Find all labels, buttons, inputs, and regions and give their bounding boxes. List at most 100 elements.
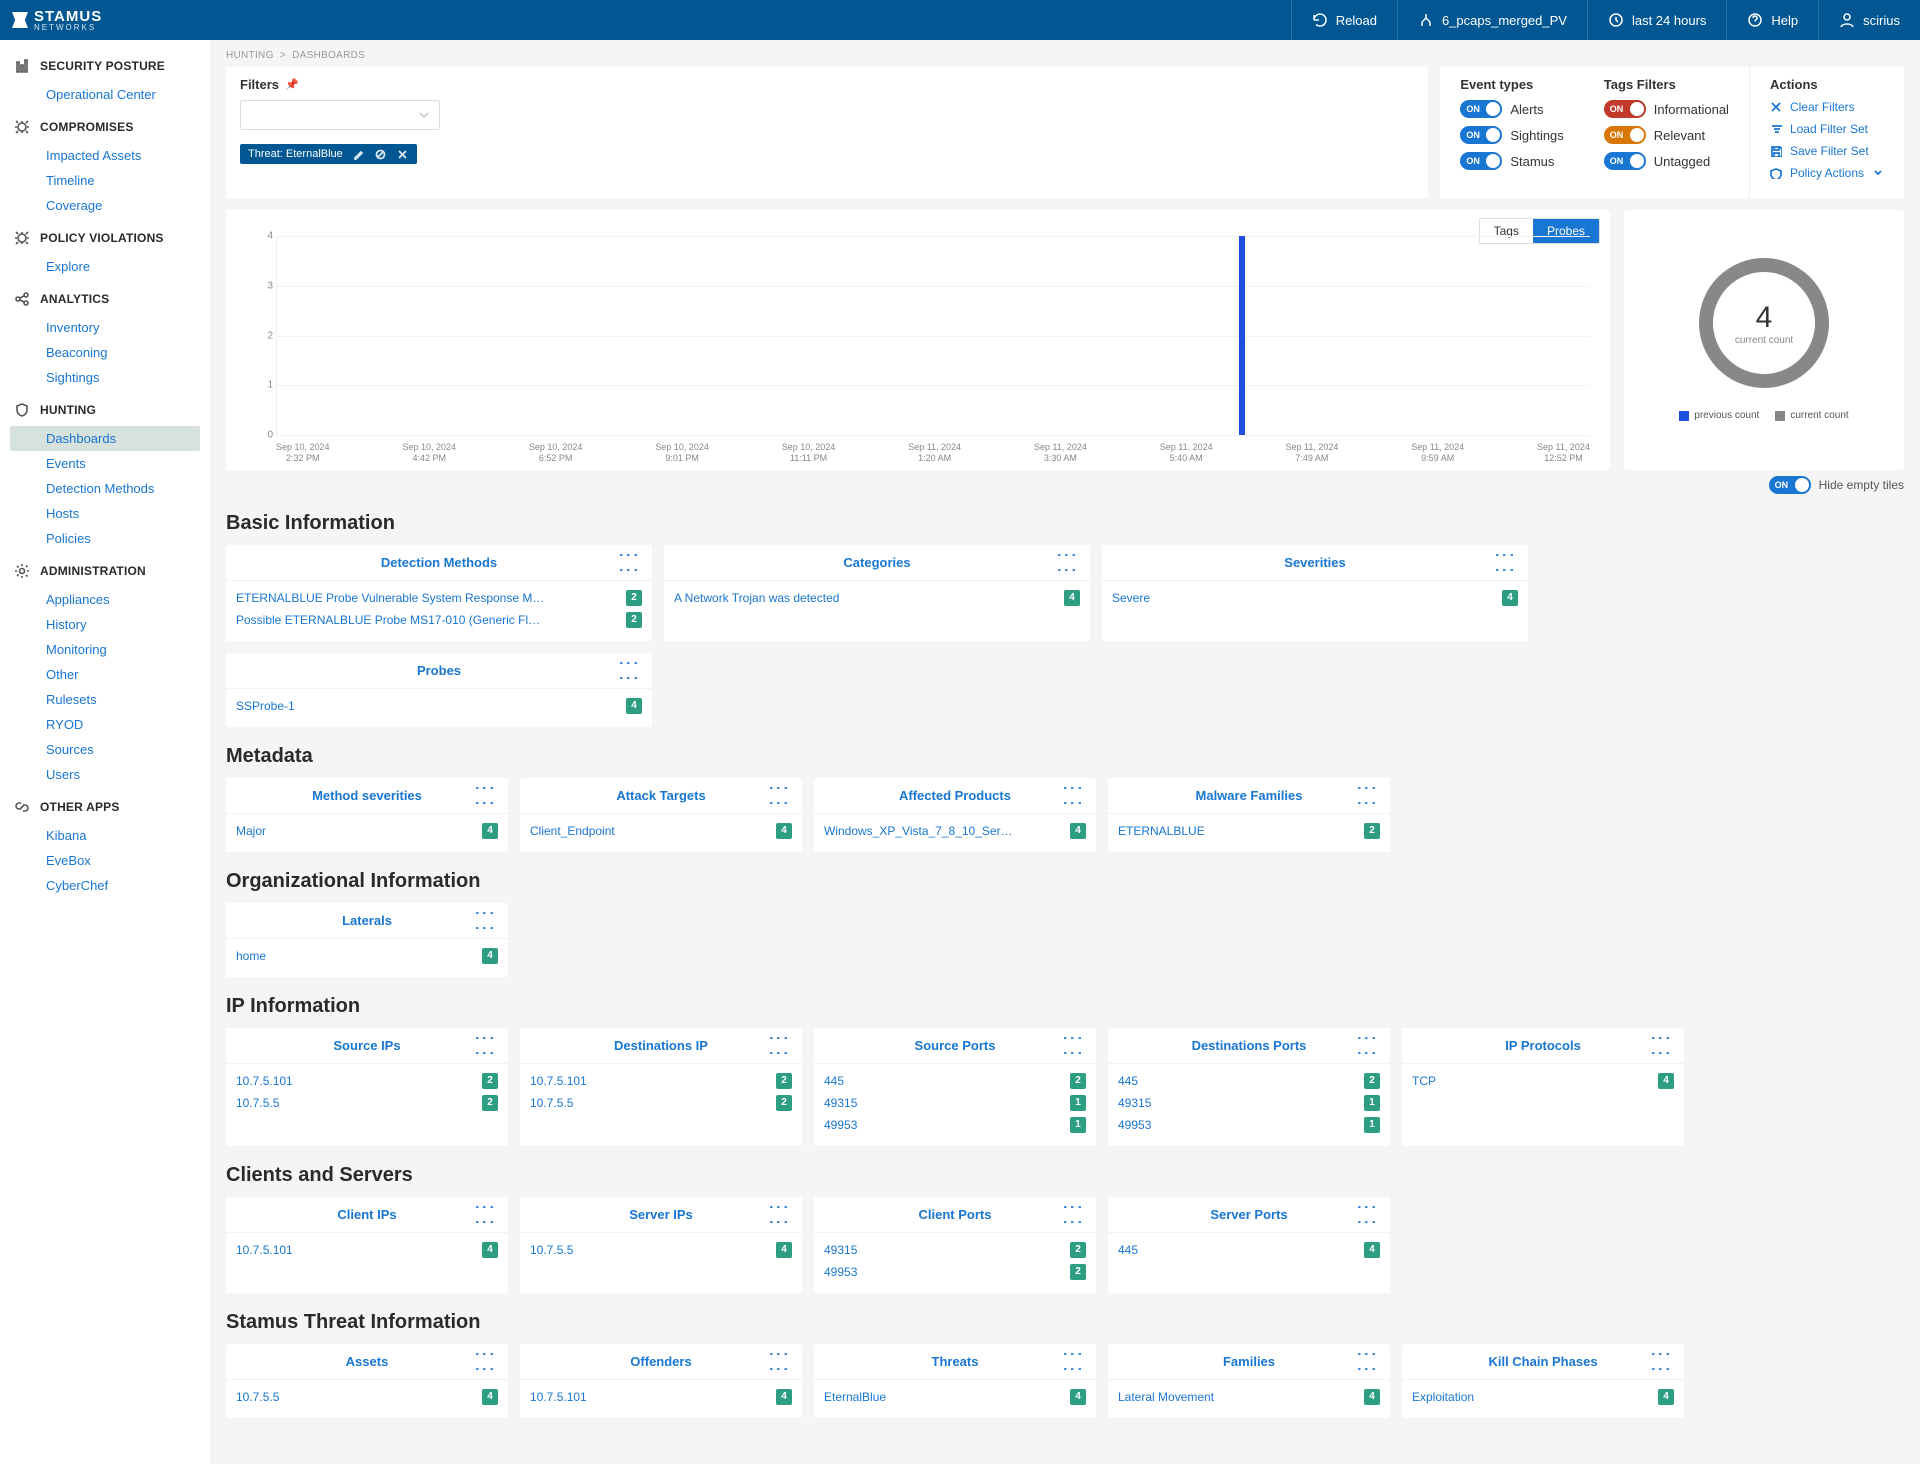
reload-button[interactable]: Reload [1291,0,1397,40]
tile-menu-icon[interactable]: ⋮⋮ [477,905,490,935]
crumb-0[interactable]: HUNTING [226,50,274,61]
sidebar-item-dashboards[interactable]: Dashboards [10,426,200,451]
action-load-filter-set[interactable]: Load Filter Set [1770,122,1884,136]
sidebar-item-coverage[interactable]: Coverage [10,193,200,218]
tile-row-link[interactable]: ETERNALBLUE Probe Vulnerable System Resp… [236,591,544,605]
tile-menu-icon[interactable]: ⋮⋮ [1653,1030,1666,1060]
tile-row-link[interactable]: Exploitation [1412,1390,1474,1404]
tile-menu-icon[interactable]: ⋮⋮ [621,547,634,577]
tile-row-link[interactable]: A Network Trojan was detected [674,591,839,605]
tile-row-link[interactable]: 49953 [1118,1118,1151,1132]
help-button[interactable]: Help [1726,0,1818,40]
tile-row-link[interactable]: 49315 [824,1096,857,1110]
tile-menu-icon[interactable]: ⋮⋮ [477,1199,490,1229]
filter-chip-threat[interactable]: Threat: EternalBlue [240,144,417,164]
toggle-relevant[interactable]: ON [1604,126,1646,144]
tile-menu-icon[interactable]: ⋮⋮ [1359,1030,1372,1060]
tile-menu-icon[interactable]: ⋮⋮ [1065,1030,1078,1060]
nav-group-administration[interactable]: ADMINISTRATION [4,555,206,587]
tile-row-link[interactable]: 10.7.5.5 [236,1096,279,1110]
sidebar-item-beaconing[interactable]: Beaconing [10,340,200,365]
tile-menu-icon[interactable]: ⋮⋮ [1359,1199,1372,1229]
tile-row-link[interactable]: 10.7.5.101 [236,1243,293,1257]
nav-group-other-apps[interactable]: OTHER APPS [4,791,206,823]
sidebar-item-kibana[interactable]: Kibana [10,823,200,848]
tile-menu-icon[interactable]: ⋮⋮ [1497,547,1510,577]
sidebar-item-rulesets[interactable]: Rulesets [10,687,200,712]
tile-menu-icon[interactable]: ⋮⋮ [1065,1199,1078,1229]
toggle-stamus[interactable]: ON [1460,152,1502,170]
sidebar-item-inventory[interactable]: Inventory [10,315,200,340]
user-menu-button[interactable]: scirius [1818,0,1920,40]
source-button[interactable]: 6_pcaps_merged_PV [1397,0,1587,40]
tile-menu-icon[interactable]: ⋮⋮ [771,780,784,810]
chip-edit-icon[interactable] [353,148,365,160]
nav-group-hunting[interactable]: HUNTING [4,394,206,426]
tile-menu-icon[interactable]: ⋮⋮ [1359,780,1372,810]
toggle-alerts[interactable]: ON [1460,100,1502,118]
nav-group-compromises[interactable]: COMPROMISES [4,111,206,143]
tile-row-link[interactable]: 445 [1118,1243,1138,1257]
sidebar-item-cyberchef[interactable]: CyberChef [10,873,200,898]
tile-menu-icon[interactable]: ⋮⋮ [1653,1346,1666,1376]
tile-row-link[interactable]: 10.7.5.5 [530,1243,573,1257]
sidebar-item-sources[interactable]: Sources [10,737,200,762]
tile-menu-icon[interactable]: ⋮⋮ [1065,780,1078,810]
sidebar-item-impacted-assets[interactable]: Impacted Assets [10,143,200,168]
tile-menu-icon[interactable]: ⋮⋮ [771,1346,784,1376]
tile-menu-icon[interactable]: ⋮⋮ [771,1199,784,1229]
nav-group-analytics[interactable]: ANALYTICS [4,283,206,315]
nav-group-policy-violations[interactable]: POLICY VIOLATIONS [4,222,206,254]
tile-row-link[interactable]: 49953 [824,1265,857,1279]
action-clear-filters[interactable]: Clear Filters [1770,100,1884,114]
tile-row-link[interactable]: 10.7.5.101 [530,1390,587,1404]
tile-row-link[interactable]: Lateral Movement [1118,1390,1214,1404]
sidebar-item-monitoring[interactable]: Monitoring [10,637,200,662]
tile-row-link[interactable]: 445 [824,1074,844,1088]
nav-group-security-posture[interactable]: SECURITY POSTURE [4,50,206,82]
pin-icon[interactable]: 📌 [285,78,299,91]
tile-menu-icon[interactable]: ⋮⋮ [477,780,490,810]
sidebar-item-evebox[interactable]: EveBox [10,848,200,873]
hide-empty-toggle[interactable]: ON [1769,476,1811,494]
tile-row-link[interactable]: Possible ETERNALBLUE Probe MS17-010 (Gen… [236,613,540,627]
tile-row-link[interactable]: 10.7.5.5 [236,1390,279,1404]
sidebar-item-ryod[interactable]: RYOD [10,712,200,737]
tile-menu-icon[interactable]: ⋮⋮ [1065,1346,1078,1376]
sidebar-item-sightings[interactable]: Sightings [10,365,200,390]
tile-row-link[interactable]: EternalBlue [824,1390,886,1404]
filter-select[interactable] [240,100,440,130]
tile-row-link[interactable]: home [236,949,266,963]
action-save-filter-set[interactable]: Save Filter Set [1770,144,1884,158]
tile-row-link[interactable]: 10.7.5.101 [236,1074,293,1088]
tile-row-link[interactable]: 10.7.5.5 [530,1096,573,1110]
tile-row-link[interactable]: Severe [1112,591,1150,605]
tile-row-link[interactable]: Client_Endpoint [530,824,615,838]
sidebar-item-operational-center[interactable]: Operational Center [10,82,200,107]
tile-row-link[interactable]: ETERNALBLUE [1118,824,1205,838]
tile-row-link[interactable]: Windows_XP_Vista_7_8_10_Ser… [824,824,1013,838]
tile-row-link[interactable]: 49953 [824,1118,857,1132]
sidebar-item-events[interactable]: Events [10,451,200,476]
sidebar-item-users[interactable]: Users [10,762,200,787]
sidebar-item-detection-methods[interactable]: Detection Methods [10,476,200,501]
sidebar-item-other[interactable]: Other [10,662,200,687]
tile-menu-icon[interactable]: ⋮⋮ [621,655,634,685]
tile-row-link[interactable]: 49315 [1118,1096,1151,1110]
sidebar-item-appliances[interactable]: Appliances [10,587,200,612]
toggle-informational[interactable]: ON [1604,100,1646,118]
sidebar-item-hosts[interactable]: Hosts [10,501,200,526]
tile-row-link[interactable]: Major [236,824,266,838]
sidebar-item-timeline[interactable]: Timeline [10,168,200,193]
tile-row-link[interactable]: TCP [1412,1074,1436,1088]
toggle-sightings[interactable]: ON [1460,126,1502,144]
tile-menu-icon[interactable]: ⋮⋮ [771,1030,784,1060]
chart-plot-area[interactable]: 01234 [276,236,1590,436]
chip-disable-icon[interactable] [375,148,387,160]
tile-menu-icon[interactable]: ⋮⋮ [477,1346,490,1376]
tile-menu-icon[interactable]: ⋮⋮ [1059,547,1072,577]
tile-row-link[interactable]: 10.7.5.101 [530,1074,587,1088]
tile-menu-icon[interactable]: ⋮⋮ [1359,1346,1372,1376]
sidebar-item-history[interactable]: History [10,612,200,637]
tile-row-link[interactable]: 445 [1118,1074,1138,1088]
